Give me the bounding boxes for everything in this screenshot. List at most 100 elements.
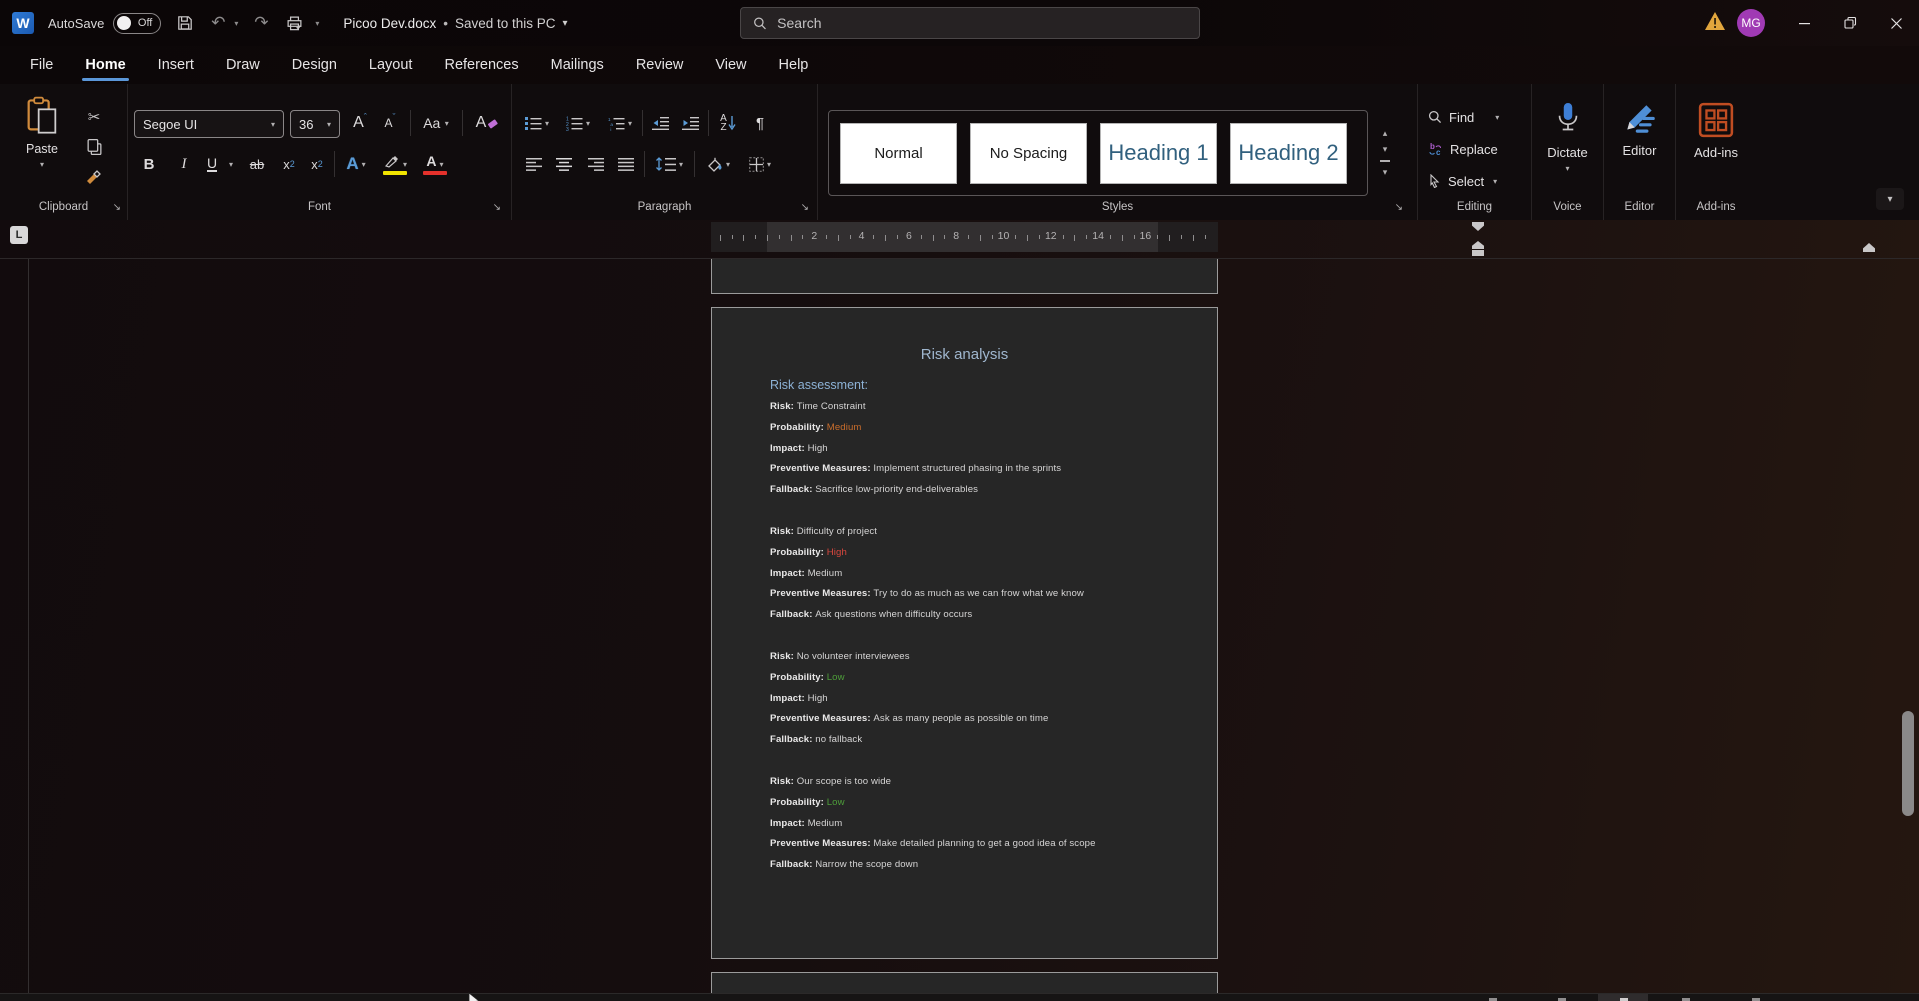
show-paragraph-marks-button[interactable]: ¶ [748, 108, 772, 138]
undo-chevron-icon[interactable]: ▾ [234, 19, 238, 28]
previous-page-fragment[interactable] [711, 259, 1218, 294]
next-page-fragment[interactable] [711, 972, 1218, 994]
increase-indent-button[interactable] [676, 108, 704, 138]
borders-button[interactable]: ▾ [742, 149, 778, 179]
align-right-button[interactable] [582, 149, 610, 179]
superscript-button[interactable]: x2 [304, 149, 330, 179]
strikethrough-button[interactable]: ab [242, 149, 272, 179]
save-icon[interactable] [175, 13, 195, 33]
shrink-font-button[interactable]: Aˇ [376, 108, 404, 138]
addins-icon [1698, 102, 1734, 138]
gallery-up-icon[interactable]: ▴ [1383, 128, 1388, 139]
horizontal-ruler[interactable]: 246810121416 [711, 222, 1218, 252]
style-heading-2[interactable]: Heading 2 [1230, 123, 1347, 184]
right-indent-marker[interactable] [1863, 243, 1875, 252]
account-avatar[interactable]: MG [1737, 9, 1765, 37]
addins-label: Add-ins [1694, 145, 1738, 160]
highlight-color-button[interactable]: ▾ [378, 149, 412, 179]
tab-draw[interactable]: Draw [210, 46, 276, 84]
underline-chevron-icon[interactable]: ▾ [224, 149, 238, 179]
copy-button[interactable] [82, 136, 106, 157]
title-chevron-icon: ▾ [563, 18, 568, 29]
tab-view[interactable]: View [699, 46, 762, 84]
print-icon[interactable] [284, 13, 304, 33]
minimize-button[interactable] [1781, 0, 1827, 46]
cut-button[interactable]: ✂ [82, 106, 106, 127]
redo-icon[interactable]: ↷ [251, 13, 271, 33]
search-input[interactable] [777, 15, 1187, 31]
qat-more-chevron-icon[interactable]: ▾ [315, 19, 319, 28]
document-title-area[interactable]: Picoo Dev.docx • Saved to this PC ▾ [343, 16, 567, 31]
font-group: Segoe UI ▾ 36 ▾ Aˆ Aˇ Aa ▾ A B I [128, 84, 512, 220]
close-button[interactable] [1873, 0, 1919, 46]
text-effects-button[interactable]: A ▾ [340, 149, 372, 179]
addins-button[interactable]: Add-ins [1676, 102, 1756, 160]
scrollbar-thumb[interactable] [1902, 711, 1914, 816]
tab-insert[interactable]: Insert [142, 46, 210, 84]
dictate-button[interactable]: Dictate ▾ [1532, 102, 1603, 173]
numbering-button[interactable]: 1 2 3 ▾ [560, 108, 596, 138]
gallery-more-icon[interactable]: ▾ [1383, 167, 1388, 178]
vertical-scrollbar[interactable] [1901, 259, 1915, 994]
subscript-button[interactable]: x2 [276, 149, 302, 179]
gallery-down-icon[interactable]: ▾ [1383, 144, 1388, 155]
align-left-button[interactable] [520, 149, 548, 179]
find-button[interactable]: Find ▾ [1428, 104, 1499, 130]
restore-button[interactable] [1827, 0, 1873, 46]
shading-button[interactable]: ▾ [700, 149, 736, 179]
underline-button[interactable]: U [200, 149, 224, 179]
grow-font-button[interactable]: Aˆ [346, 108, 374, 138]
replace-button[interactable]: b c Replace [1428, 136, 1498, 162]
ruler-tick [732, 235, 733, 239]
font-name-select[interactable]: Segoe UI ▾ [134, 110, 284, 138]
tab-home[interactable]: Home [69, 46, 141, 84]
search-bar[interactable] [740, 7, 1200, 39]
decrease-indent-button[interactable] [646, 108, 674, 138]
change-case-button[interactable]: Aa ▾ [416, 108, 456, 138]
warning-icon[interactable] [1703, 10, 1727, 37]
select-button[interactable]: Select ▾ [1428, 168, 1497, 194]
doc-line-risk: Risk: No volunteer interviewees [770, 647, 1217, 668]
multilevel-list-button[interactable]: 1 a i ▾ [602, 108, 638, 138]
replace-label: Replace [1450, 142, 1498, 157]
sort-button[interactable]: AZ [712, 108, 744, 138]
tab-mailings[interactable]: Mailings [535, 46, 620, 84]
bullets-button[interactable]: ▾ [520, 108, 554, 138]
paragraph-dialog-launcher[interactable]: ↘ [801, 202, 809, 213]
align-center-button[interactable] [550, 149, 578, 179]
italic-button[interactable]: I [170, 149, 198, 179]
tab-file[interactable]: File [14, 46, 69, 84]
document-page[interactable]: Risk analysis Risk assessment: Risk: Tim… [711, 307, 1218, 959]
collapse-ribbon-button[interactable]: ▾ [1876, 188, 1904, 210]
justify-button[interactable] [612, 149, 640, 179]
font-color-button[interactable]: A ▾ [418, 149, 452, 179]
ruler-tick [1015, 235, 1016, 239]
tab-references[interactable]: References [428, 46, 534, 84]
styles-gallery-scroll[interactable]: ▴ ▾ ▾ [1374, 110, 1396, 196]
style-no-spacing[interactable]: No Spacing [970, 123, 1087, 184]
tab-review[interactable]: Review [620, 46, 700, 84]
hanging-indent-marker[interactable] [1472, 241, 1484, 249]
font-dialog-launcher[interactable]: ↘ [493, 202, 501, 213]
paste-button[interactable]: Paste ▾ [18, 96, 66, 192]
tab-layout[interactable]: Layout [353, 46, 429, 84]
font-size-select[interactable]: 36 ▾ [290, 110, 340, 138]
left-indent-marker[interactable] [1472, 250, 1484, 256]
bold-button[interactable]: B [134, 149, 164, 179]
style-heading-1[interactable]: Heading 1 [1100, 123, 1217, 184]
clipboard-dialog-launcher[interactable]: ↘ [113, 202, 121, 213]
clear-formatting-button[interactable]: A [470, 108, 504, 138]
tab-help[interactable]: Help [763, 46, 825, 84]
tab-stop-selector[interactable]: L [10, 226, 28, 244]
addins-group: Add-ins Add-ins [1676, 84, 1756, 220]
ruler-tick [767, 235, 768, 241]
tab-design[interactable]: Design [276, 46, 353, 84]
autosave-toggle[interactable]: Off [113, 13, 161, 34]
style-normal[interactable]: Normal [840, 123, 957, 184]
format-painter-button[interactable] [82, 166, 106, 187]
line-spacing-button[interactable]: ▾ [650, 149, 688, 179]
first-line-indent-marker[interactable] [1472, 222, 1484, 231]
styles-dialog-launcher[interactable]: ↘ [1395, 202, 1403, 213]
editor-button[interactable]: Editor [1604, 102, 1675, 158]
undo-icon[interactable]: ↶ [208, 13, 228, 33]
